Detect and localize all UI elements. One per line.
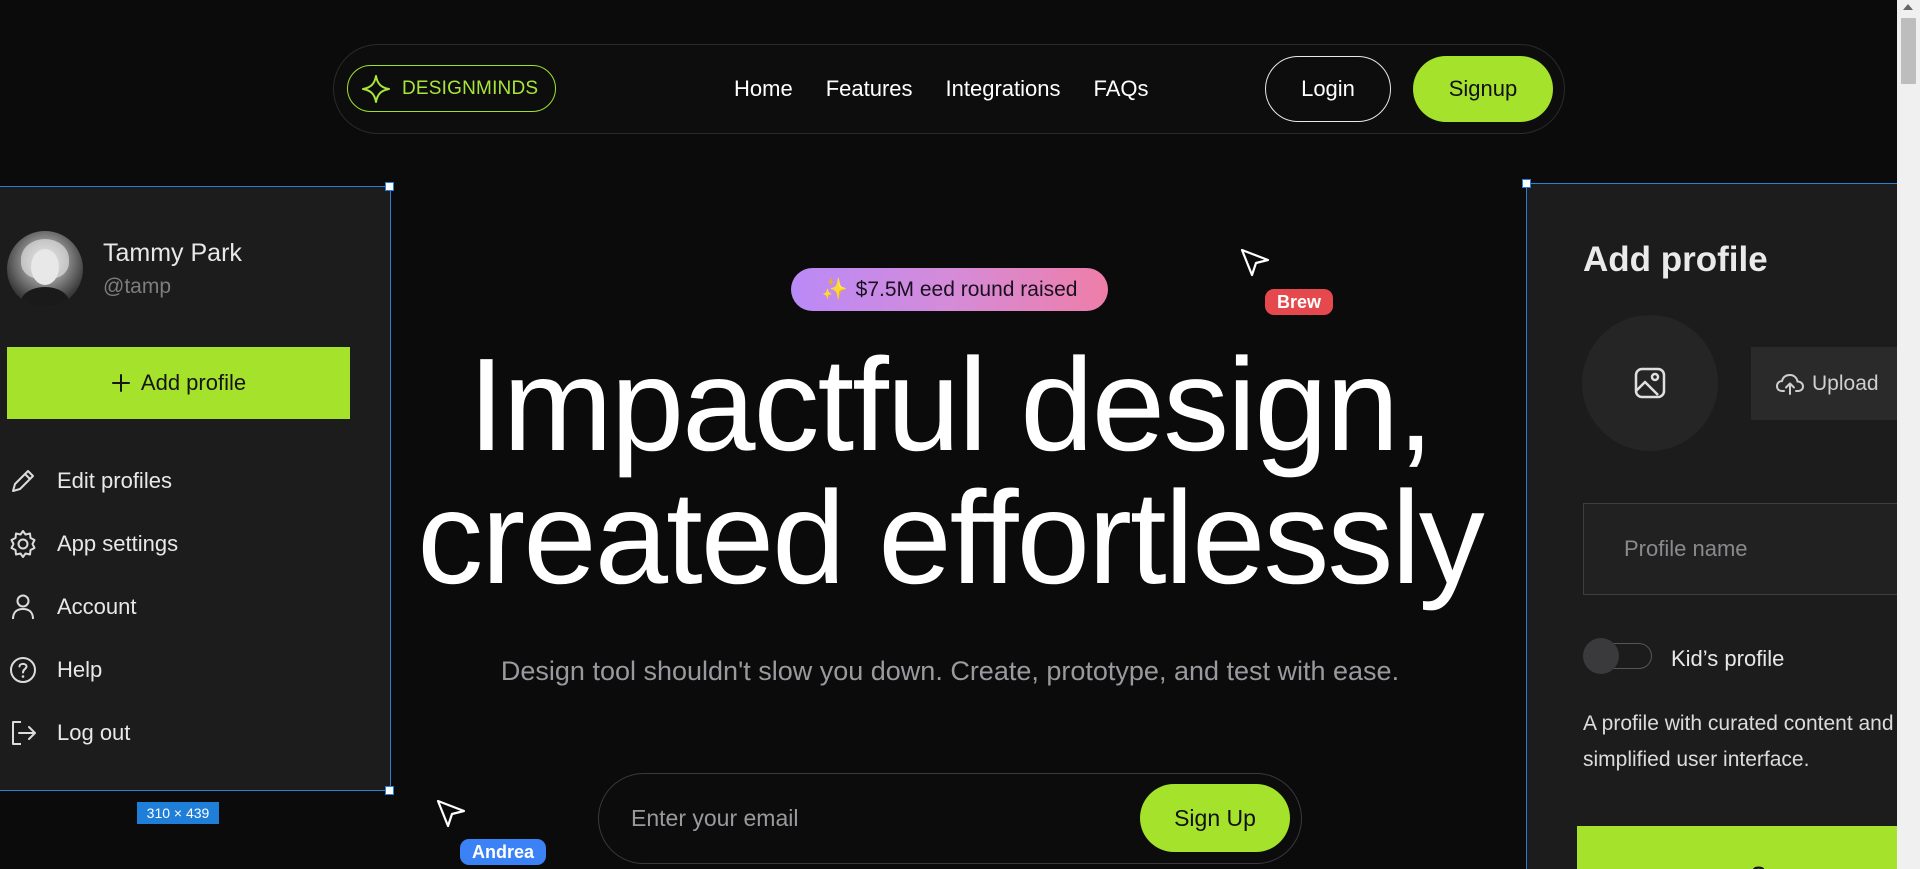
add-profile-button[interactable]: Add profile: [7, 347, 350, 419]
hero-title-line-1: Impactful design,: [468, 331, 1434, 478]
user-name: Tammy Park: [103, 239, 242, 267]
email-signup-form: Sign Up: [598, 773, 1302, 864]
gear-icon: [10, 529, 36, 558]
sparkle-icon: [362, 74, 390, 103]
funding-badge-text: $7.5M eed round raised: [855, 277, 1078, 301]
logout-icon: [12, 720, 36, 745]
collaborator-tag-andrea: Andrea: [460, 839, 547, 865]
signup-button[interactable]: Signup: [1413, 56, 1553, 122]
page-scrollbar[interactable]: [1897, 0, 1920, 869]
menu-item-log-out[interactable]: Log out: [7, 701, 178, 764]
image-icon: [1634, 367, 1666, 399]
cursor-arrow-icon: [436, 799, 466, 828]
resize-handle-bottom-right[interactable]: [385, 786, 394, 795]
funding-badge[interactable]: ✨ $7.5M eed round raised: [791, 268, 1108, 311]
selection-size-label: 310 × 439: [137, 802, 219, 824]
user-handle: @tamp: [103, 275, 172, 298]
menu-item-account[interactable]: Account: [7, 575, 178, 638]
hero-subtitle: Design tool shouldn't slow you down. Cre…: [500, 656, 1400, 686]
toggle-knob: [1583, 638, 1619, 674]
sparkles-icon: ✨: [821, 277, 848, 301]
add-profile-panel: Add profile Upload Kid’s profile A profi…: [1522, 179, 1920, 869]
menu-item-label: Edit profiles: [57, 467, 172, 493]
plus-icon: [111, 374, 130, 392]
menu-item-label: Log out: [57, 719, 131, 745]
hero-title: Impactful design, created effortlessly: [340, 338, 1560, 604]
menu-item-label: App settings: [57, 530, 179, 556]
top-navbar: DESIGNMINDS Home Features Integrations F…: [333, 44, 1565, 134]
profile-menu: Edit profiles App settings Account Help: [7, 449, 178, 764]
nav-link-home[interactable]: Home: [734, 76, 793, 102]
cursor-arrow-icon: [1240, 248, 1270, 277]
brand-logo[interactable]: DESIGNMINDS: [347, 65, 557, 112]
email-input[interactable]: [631, 796, 1111, 841]
scroll-up-arrow-icon[interactable]: [1903, 4, 1913, 10]
menu-item-app-settings[interactable]: App settings: [7, 512, 178, 575]
email-signup-button[interactable]: Sign Up: [1140, 784, 1290, 852]
add-profile-title: Add profile: [1583, 240, 1768, 279]
kids-profile-description: A profile with curated content and a sim…: [1583, 712, 1912, 771]
help-icon: [10, 656, 36, 683]
nav-link-faqs[interactable]: FAQs: [1093, 76, 1148, 102]
profile-image-placeholder[interactable]: [1582, 315, 1718, 451]
menu-item-label: Help: [57, 656, 103, 682]
upload-label: Upload: [1812, 371, 1879, 395]
brand-name: DESIGNMINDS: [402, 77, 539, 99]
resize-handle-top-left[interactable]: [1522, 179, 1531, 188]
menu-item-help[interactable]: Help: [7, 638, 178, 701]
save-button[interactable]: Save: [1577, 826, 1920, 869]
cloud-upload-icon: [1776, 373, 1804, 395]
add-profile-label: Add profile: [140, 370, 247, 395]
pencil-icon: [12, 469, 34, 492]
profile-menu-panel: Tammy Park @tamp Add profile Edit profil…: [0, 182, 394, 795]
menu-item-label: Account: [57, 593, 137, 619]
collaborator-tag-brew: Brew: [1265, 289, 1334, 315]
nav-link-features[interactable]: Features: [826, 76, 913, 102]
avatar[interactable]: [7, 231, 83, 307]
nav-links: Home Features Integrations FAQs: [734, 45, 1149, 133]
kids-profile-toggle[interactable]: [1583, 638, 1652, 674]
login-button[interactable]: Login: [1265, 56, 1391, 122]
menu-item-edit-profiles[interactable]: Edit profiles: [7, 449, 178, 512]
profile-name-input[interactable]: [1583, 503, 1920, 595]
user-icon: [12, 594, 34, 619]
nav-link-integrations[interactable]: Integrations: [946, 76, 1061, 102]
hero-title-line-2: created effortlessly: [417, 464, 1484, 611]
upload-button[interactable]: Upload: [1751, 347, 1920, 420]
resize-handle-top-right[interactable]: [385, 182, 394, 191]
kids-profile-label: Kid’s profile: [1671, 646, 1785, 671]
scrollbar-thumb[interactable]: [1901, 18, 1916, 84]
